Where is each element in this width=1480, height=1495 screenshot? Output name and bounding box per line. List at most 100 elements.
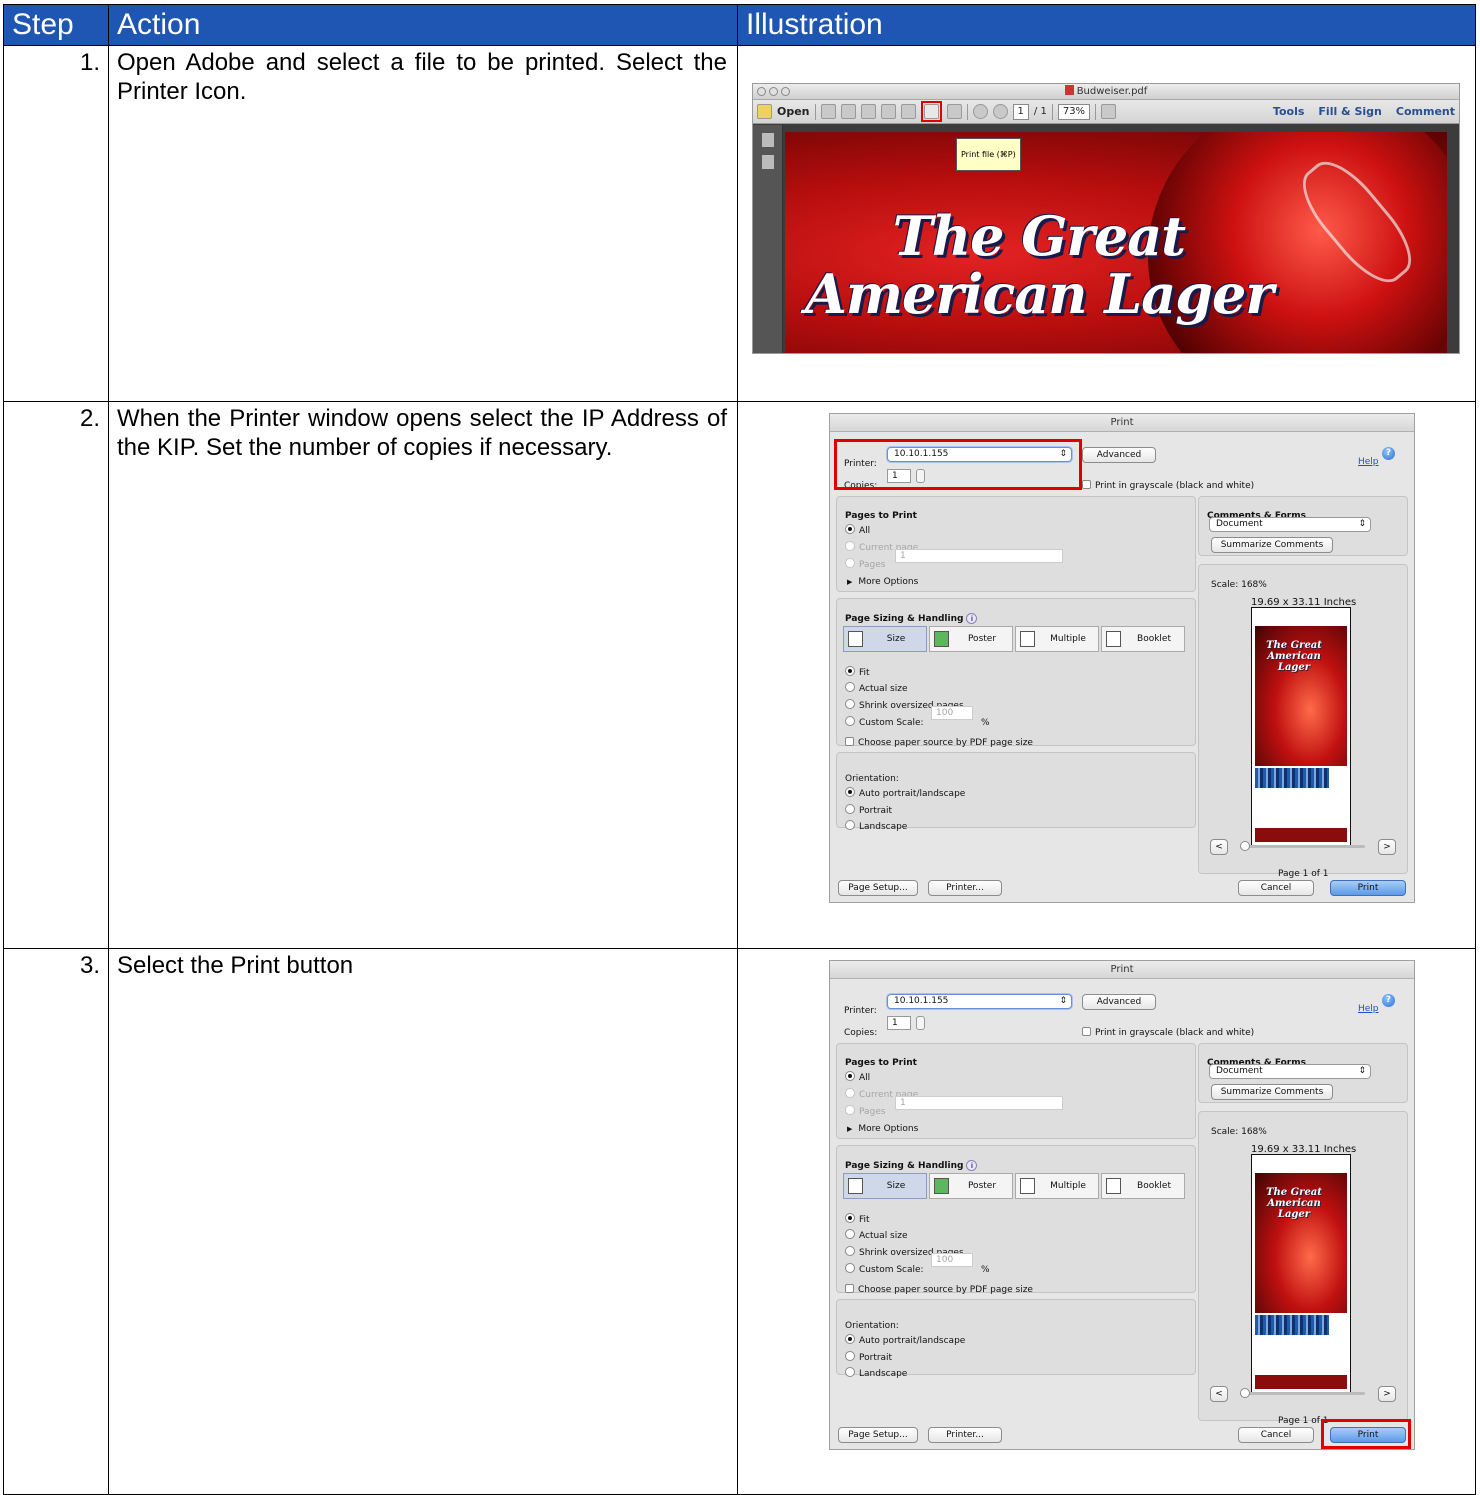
landscape-option[interactable]: Landscape bbox=[845, 813, 907, 842]
print-button[interactable]: Print bbox=[1330, 880, 1406, 896]
preview-slider-track[interactable] bbox=[1240, 845, 1365, 848]
shrink-radio[interactable] bbox=[845, 1246, 855, 1256]
auto-orientation-radio[interactable] bbox=[845, 787, 855, 797]
preview-slider-knob[interactable] bbox=[1240, 841, 1250, 851]
auto-orientation-radio[interactable] bbox=[845, 1334, 855, 1344]
minimize-window-button[interactable] bbox=[769, 87, 778, 96]
tab-size[interactable]: Size bbox=[843, 626, 927, 652]
copies-input[interactable]: 1 bbox=[887, 1016, 911, 1030]
tab-poster[interactable]: Poster bbox=[929, 626, 1013, 652]
more-options-toggle[interactable]: ▶ More Options bbox=[847, 568, 918, 597]
comment-link[interactable]: Comment bbox=[1396, 97, 1455, 126]
help-link[interactable]: Help bbox=[1358, 995, 1379, 1024]
all-radio[interactable] bbox=[845, 524, 855, 534]
page-setup-button[interactable]: Page Setup... bbox=[838, 880, 918, 896]
tab-multiple[interactable]: Multiple bbox=[1015, 1173, 1099, 1199]
paper-source-checkbox[interactable] bbox=[845, 1284, 854, 1293]
toolbar-divider bbox=[1051, 103, 1053, 120]
pages-range-input[interactable]: 1 bbox=[895, 549, 1063, 563]
tab-multiple[interactable]: Multiple bbox=[1015, 626, 1099, 652]
custom-scale-radio[interactable] bbox=[845, 1263, 855, 1273]
window-controls[interactable] bbox=[757, 87, 790, 96]
zoom-window-button[interactable] bbox=[781, 87, 790, 96]
close-window-button[interactable] bbox=[757, 87, 766, 96]
page-number-input[interactable]: 1 bbox=[1012, 103, 1029, 120]
help-icon[interactable]: ? bbox=[1382, 994, 1395, 1007]
preview-heading-line-1: The Great bbox=[1266, 1187, 1322, 1198]
next-page-button[interactable]: > bbox=[1378, 839, 1396, 855]
tab-poster[interactable]: Poster bbox=[929, 1173, 1013, 1199]
printer-select[interactable]: 10.10.1.155 ⇕ bbox=[887, 447, 1072, 462]
summarize-comments-button[interactable]: Summarize Comments bbox=[1211, 1084, 1333, 1100]
reader-window-title: Budweiser.pdf bbox=[1076, 86, 1148, 97]
page-sizing-group: Page Sizing & Handling i Size Poster Mult… bbox=[836, 598, 1196, 748]
print-tooltip: Print file (⌘P) bbox=[956, 138, 1021, 171]
copies-input[interactable]: 1 bbox=[887, 469, 911, 483]
custom-scale-input[interactable]: 100 bbox=[931, 706, 973, 720]
landscape-option[interactable]: Landscape bbox=[845, 1360, 907, 1389]
copies-stepper[interactable] bbox=[916, 469, 925, 483]
attachments-icon[interactable] bbox=[761, 155, 774, 169]
previous-page-button[interactable]: < bbox=[1210, 1386, 1228, 1402]
save-icon[interactable] bbox=[900, 104, 916, 119]
advanced-button[interactable]: Advanced bbox=[1082, 447, 1156, 463]
summarize-comments-button[interactable]: Summarize Comments bbox=[1211, 537, 1333, 553]
comments-select[interactable]: Document ⇕ bbox=[1209, 1064, 1371, 1079]
previous-page-button[interactable]: < bbox=[1210, 839, 1228, 855]
help-icon[interactable]: ? bbox=[1382, 447, 1395, 460]
page-setup-button[interactable]: Page Setup... bbox=[838, 1427, 918, 1443]
edit-icon[interactable] bbox=[860, 104, 876, 119]
comments-select[interactable]: Document ⇕ bbox=[1209, 517, 1371, 532]
paper-source-checkbox[interactable] bbox=[845, 737, 854, 746]
custom-scale-radio[interactable] bbox=[845, 716, 855, 726]
info-icon[interactable]: i bbox=[966, 613, 978, 624]
landscape-radio[interactable] bbox=[845, 1367, 855, 1377]
more-options-toggle[interactable]: ▶ More Options bbox=[847, 1115, 918, 1144]
pages-to-print-group: Pages to Print All Current page Pages 1 … bbox=[836, 496, 1196, 592]
printer-button[interactable]: Printer... bbox=[928, 1427, 1002, 1443]
grayscale-checkbox[interactable] bbox=[1082, 480, 1091, 489]
printer-button[interactable]: Printer... bbox=[928, 880, 1002, 896]
page-down-icon[interactable] bbox=[992, 104, 1008, 119]
fullscreen-icon[interactable] bbox=[1101, 104, 1117, 119]
advanced-button[interactable]: Advanced bbox=[1082, 994, 1156, 1010]
printer-select[interactable]: 10.10.1.155 ⇕ bbox=[887, 994, 1072, 1009]
cancel-button[interactable]: Cancel bbox=[1238, 880, 1314, 896]
fill-sign-link[interactable]: Fill & Sign bbox=[1318, 97, 1381, 126]
tools-link[interactable]: Tools bbox=[1273, 97, 1304, 126]
email-icon[interactable] bbox=[946, 104, 962, 119]
all-radio[interactable] bbox=[845, 1071, 855, 1081]
help-link[interactable]: Help bbox=[1358, 448, 1379, 477]
combine-icon[interactable] bbox=[840, 104, 856, 119]
info-icon[interactable]: i bbox=[966, 1160, 978, 1171]
grayscale-checkbox[interactable] bbox=[1082, 1027, 1091, 1036]
printer-icon[interactable] bbox=[923, 104, 939, 119]
pages-range-input[interactable]: 1 bbox=[895, 1096, 1063, 1110]
page-up-icon[interactable] bbox=[972, 104, 988, 119]
tab-booklet[interactable]: Booklet bbox=[1101, 626, 1185, 652]
pages-panel-icon[interactable] bbox=[761, 133, 774, 147]
current-page-radio[interactable] bbox=[845, 1088, 855, 1098]
landscape-radio[interactable] bbox=[845, 820, 855, 830]
next-page-button[interactable]: > bbox=[1378, 1386, 1396, 1402]
tab-poster-label: Poster bbox=[967, 634, 997, 644]
create-pdf-icon[interactable] bbox=[820, 104, 836, 119]
open-button[interactable]: Open bbox=[777, 97, 810, 126]
preview-slider-knob[interactable] bbox=[1240, 1388, 1250, 1398]
zoom-select[interactable]: 73% bbox=[1057, 103, 1091, 120]
upload-icon[interactable] bbox=[880, 104, 896, 119]
custom-scale-input[interactable]: 100 bbox=[931, 1253, 973, 1267]
copies-stepper[interactable] bbox=[916, 1016, 925, 1030]
tab-booklet[interactable]: Booklet bbox=[1101, 1173, 1185, 1199]
shrink-radio[interactable] bbox=[845, 699, 855, 709]
more-options-label: More Options bbox=[858, 577, 919, 587]
preview-slider-track[interactable] bbox=[1240, 1392, 1365, 1395]
actual-size-radio[interactable] bbox=[845, 682, 855, 692]
cancel-button[interactable]: Cancel bbox=[1238, 1427, 1314, 1443]
current-page-radio[interactable] bbox=[845, 541, 855, 551]
pages-radio[interactable] bbox=[845, 558, 855, 568]
pages-radio[interactable] bbox=[845, 1105, 855, 1115]
print-button[interactable]: Print bbox=[1330, 1427, 1406, 1443]
tab-size[interactable]: Size bbox=[843, 1173, 927, 1199]
actual-size-radio[interactable] bbox=[845, 1229, 855, 1239]
